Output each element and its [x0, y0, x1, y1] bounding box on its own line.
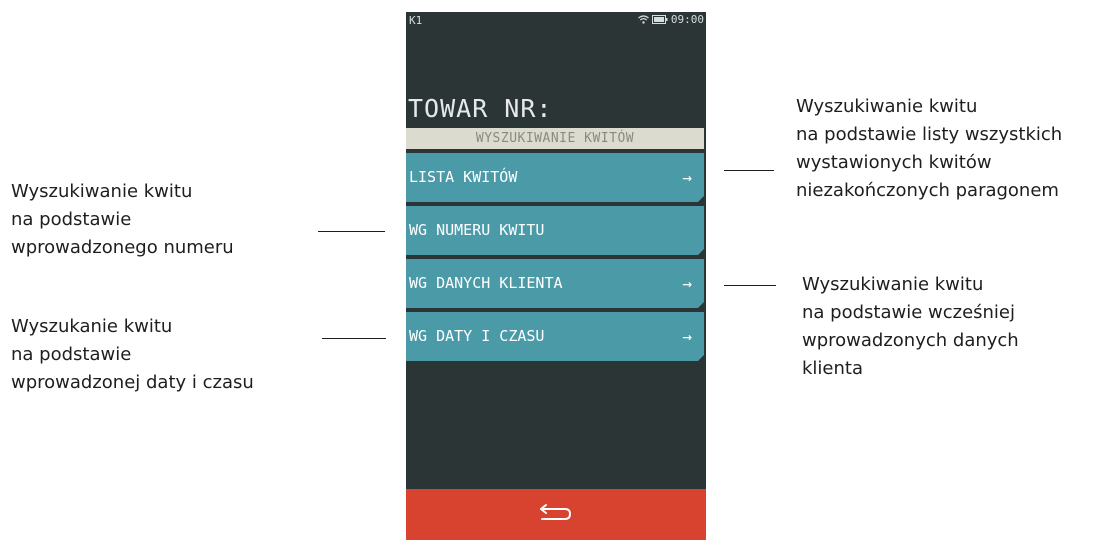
back-button[interactable]: [526, 501, 586, 531]
menu-item-wg-daty-i-czasu[interactable]: WG DATY I CZASU →: [406, 312, 704, 361]
leader-line-lista-kwitow: [724, 170, 774, 171]
bottom-bar: [406, 489, 706, 540]
annotation-line: wprowadzonego numeru: [11, 237, 234, 258]
annotation-line: Wyszukiwanie kwitu: [796, 96, 978, 117]
leader-line-numer-kwitu: [318, 231, 385, 232]
leader-line-dane-klienta: [724, 285, 776, 286]
corner-decoration: [698, 355, 704, 361]
annotation-line: na podstawie: [11, 344, 132, 365]
annotation-line: klienta: [802, 358, 863, 379]
annotation-line: na podstawie wcześniej: [802, 302, 1016, 323]
terminal-id: K1: [409, 14, 423, 27]
wifi-icon: [638, 15, 649, 24]
clock: 09:00: [670, 13, 704, 26]
device-screen: K1 09:00 TOWAR NR: WYSZUKIWANIE KWITÓW L…: [406, 12, 706, 540]
annotation-line: wystawionych kwitów: [796, 152, 992, 173]
menu-item-label: LISTA KWITÓW: [409, 168, 518, 186]
menu-item-wg-danych-klienta[interactable]: WG DANYCH KLIENTA →: [406, 259, 704, 308]
annotation-lista-kwitow: Wyszukiwanie kwitu na podstawie listy ws…: [796, 93, 1062, 205]
annotation-line: wprowadzonej daty i czasu: [11, 372, 254, 393]
annotation-dane-klienta: Wyszukiwanie kwitu na podstawie wcześnie…: [802, 271, 1019, 383]
corner-decoration: [698, 249, 704, 255]
menu-item-label: WG NUMERU KWITU: [409, 221, 545, 239]
arrow-right-icon: →: [682, 168, 692, 187]
back-arrow-icon: [526, 501, 586, 523]
annotation-numer-kwitu: Wyszukiwanie kwitu na podstawie wprowadz…: [11, 178, 234, 262]
annotation-data-czas: Wyszukanie kwitu na podstawie wprowadzon…: [11, 313, 254, 397]
status-bar: K1 09:00: [406, 12, 706, 30]
annotation-line: niezakończonych paragonem: [796, 180, 1059, 201]
annotation-line: Wyszukiwanie kwitu: [802, 274, 984, 295]
battery-icon: [651, 15, 668, 24]
arrow-right-icon: →: [682, 274, 692, 293]
section-header: WYSZUKIWANIE KWITÓW: [406, 128, 704, 149]
corner-decoration: [698, 196, 704, 202]
annotation-line: Wyszukiwanie kwitu: [11, 181, 193, 202]
page-title: TOWAR NR:: [408, 94, 553, 123]
arrow-right-icon: →: [682, 327, 692, 346]
corner-decoration: [698, 302, 704, 308]
menu-item-label: WG DATY I CZASU: [409, 327, 545, 345]
menu-item-lista-kwitow[interactable]: LISTA KWITÓW →: [406, 153, 704, 202]
menu-item-label: WG DANYCH KLIENTA: [409, 274, 563, 292]
annotation-line: na podstawie listy wszystkich: [796, 124, 1063, 145]
annotation-line: Wyszukanie kwitu: [11, 316, 173, 337]
menu-item-wg-numeru-kwitu[interactable]: WG NUMERU KWITU: [406, 206, 704, 255]
status-indicators: 09:00: [638, 13, 704, 26]
annotation-line: na podstawie: [11, 209, 132, 230]
leader-line-data-czas: [322, 338, 386, 339]
annotation-line: wprowadzonych danych: [802, 330, 1019, 351]
